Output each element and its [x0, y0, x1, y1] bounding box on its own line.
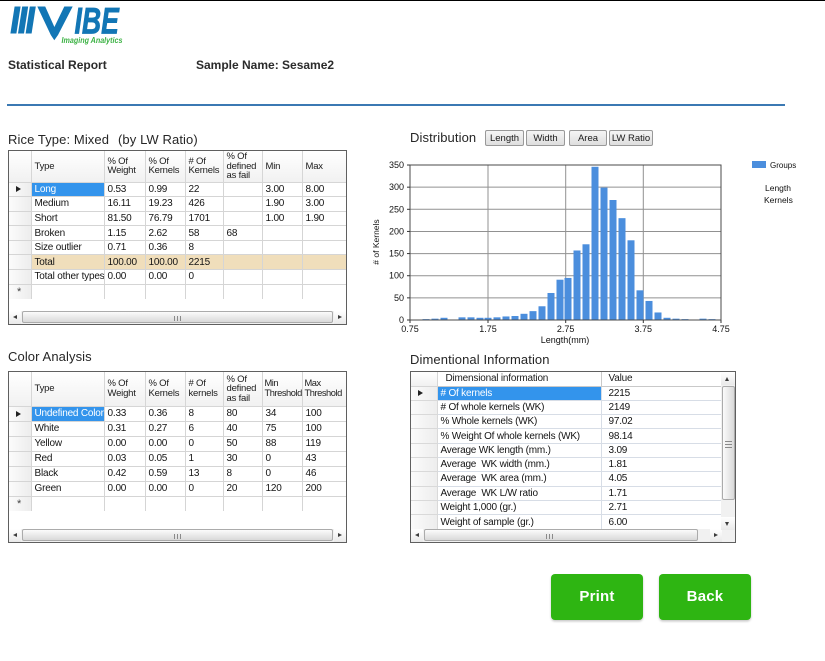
svg-text:# of Kernels: # of Kernels	[371, 219, 381, 264]
svg-text:350: 350	[389, 160, 404, 170]
svg-text:Length: Length	[765, 183, 791, 193]
svg-text:0.75: 0.75	[401, 324, 419, 334]
svg-text:150: 150	[389, 249, 404, 259]
svg-text:Groups: Groups	[770, 161, 796, 170]
svg-text:Imaging Analytics: Imaging Analytics	[62, 35, 123, 45]
svg-text:2.75: 2.75	[557, 324, 575, 334]
svg-text:100: 100	[389, 271, 404, 281]
svg-text:Kernels: Kernels	[764, 195, 793, 205]
svg-text:1.75: 1.75	[479, 324, 497, 334]
svg-text:250: 250	[389, 204, 404, 214]
svg-text:200: 200	[389, 226, 404, 236]
svg-text:Length(mm): Length(mm)	[541, 335, 590, 345]
svg-text:4.75: 4.75	[712, 324, 730, 334]
svg-text:300: 300	[389, 182, 404, 192]
svg-text:3.75: 3.75	[635, 324, 653, 334]
svg-text:50: 50	[394, 293, 404, 303]
